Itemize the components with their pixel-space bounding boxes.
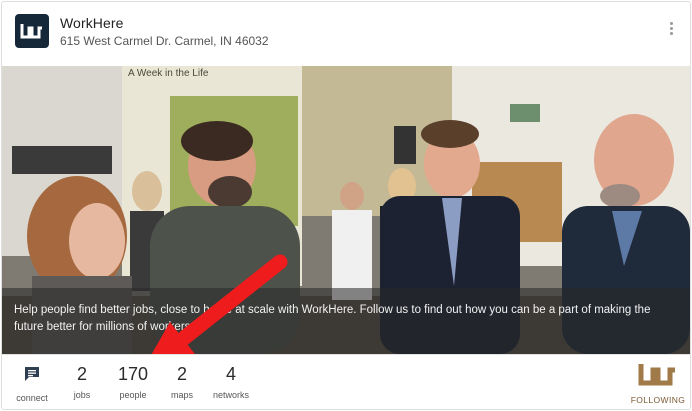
following-label: FOLLOWING xyxy=(630,395,686,405)
connect-label: connect xyxy=(16,393,48,403)
banner-photo: A Week in the Life Help people find bett… xyxy=(2,66,690,354)
caption-bar: Help people find better jobs, close to h… xyxy=(2,288,690,354)
jobs-count: 2 xyxy=(76,364,87,384)
jobs-label: jobs xyxy=(73,390,91,400)
sign-text: A Week in the Life xyxy=(128,68,209,79)
caption-text: Help people find better jobs, close to h… xyxy=(14,304,651,333)
people-stat[interactable]: 170 people xyxy=(112,363,154,400)
stats-footer: connect 2 jobs 170 people 2 maps 4 netwo… xyxy=(2,354,690,409)
company-address: 615 West Carmel Dr. Carmel, IN 46032 xyxy=(60,34,269,48)
maps-label: maps xyxy=(170,390,193,400)
people-label: people xyxy=(119,390,147,400)
connect-button[interactable]: connect xyxy=(14,363,50,403)
networks-stat[interactable]: 4 networks xyxy=(207,363,255,400)
more-vertical-icon[interactable] xyxy=(668,22,674,38)
company-card: WorkHere 615 West Carmel Dr. Carmel, IN … xyxy=(1,1,691,410)
networks-label: networks xyxy=(212,390,249,400)
workhere-logo-icon[interactable] xyxy=(15,14,49,48)
maps-count: 2 xyxy=(176,364,187,384)
company-name[interactable]: WorkHere xyxy=(60,15,124,31)
chat-bubble-icon xyxy=(25,367,39,381)
jobs-stat[interactable]: 2 jobs xyxy=(68,363,96,400)
people-count: 170 xyxy=(117,364,149,384)
following-button[interactable]: FOLLOWING xyxy=(630,361,686,405)
networks-count: 4 xyxy=(225,364,236,384)
maps-stat[interactable]: 2 maps xyxy=(166,363,198,400)
card-header: WorkHere 615 West Carmel Dr. Carmel, IN … xyxy=(2,2,690,66)
workhere-brand-icon xyxy=(638,364,675,386)
